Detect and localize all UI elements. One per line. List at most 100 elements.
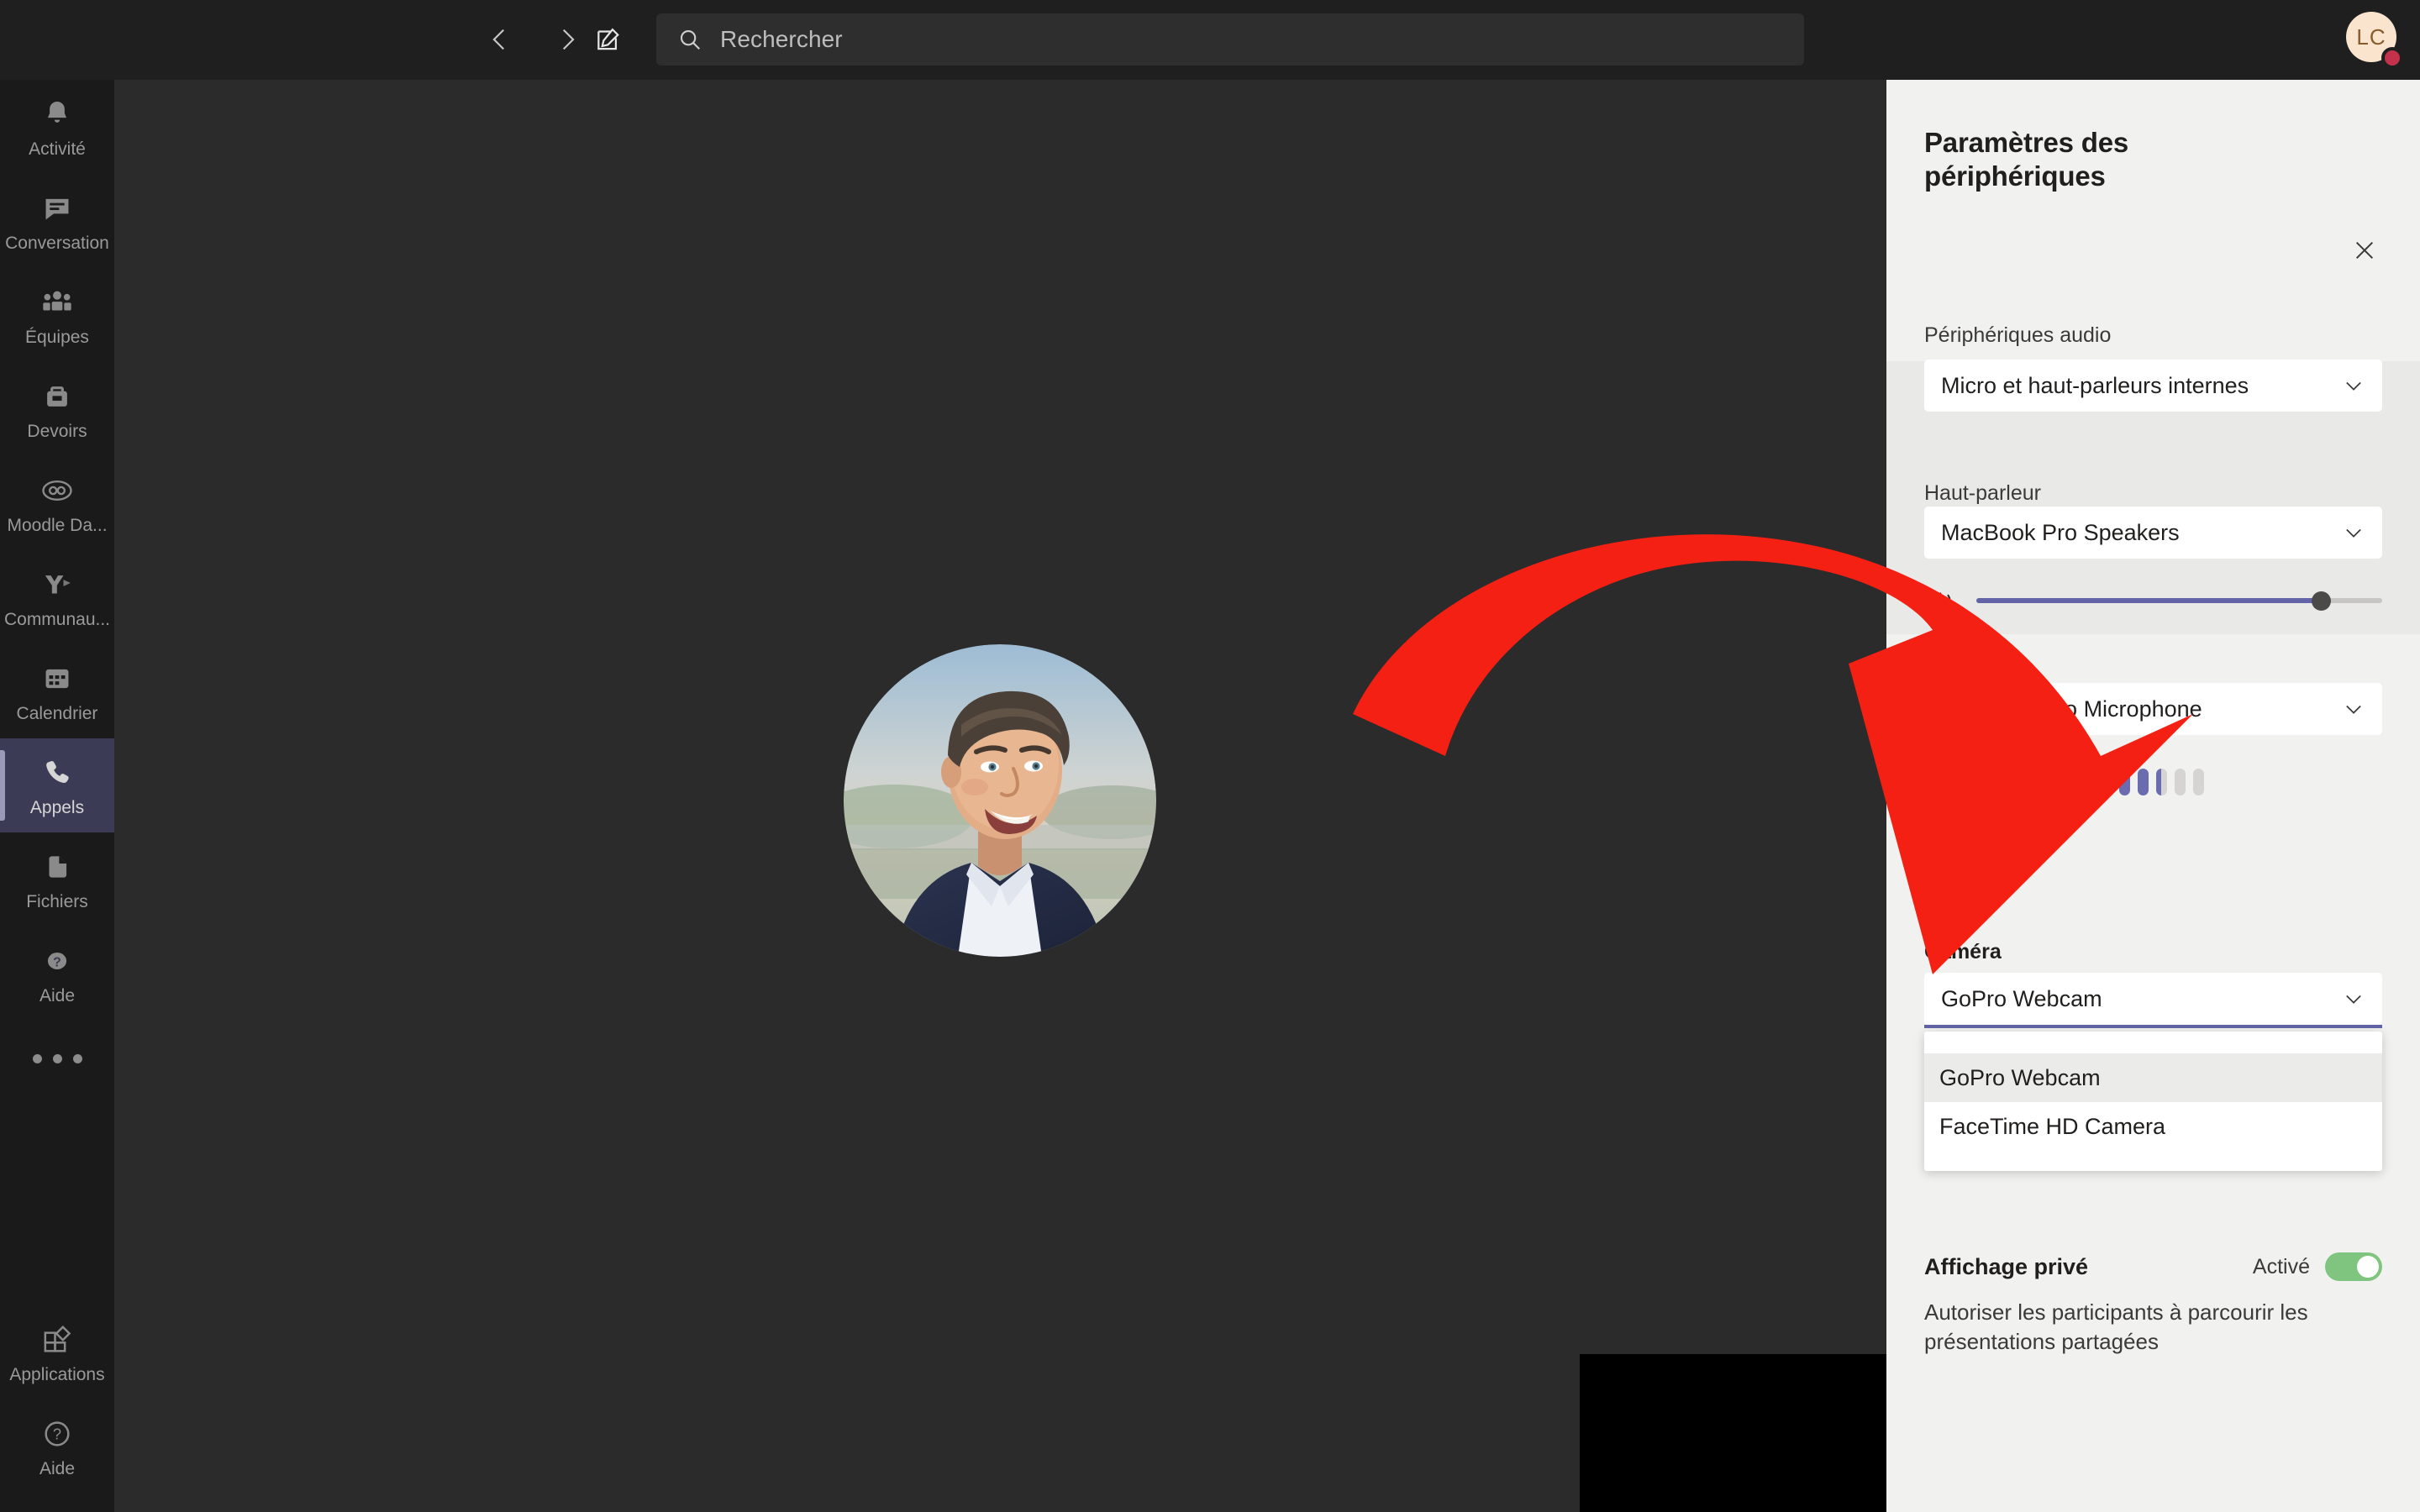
sidebar-item-applications[interactable]: Applications (0, 1305, 114, 1399)
search-placeholder: Rechercher (720, 26, 843, 52)
top-bar: Rechercher LC (0, 0, 2420, 80)
help-circle-icon: ? (38, 1415, 76, 1453)
chat-icon (38, 189, 76, 228)
briefcase-icon (38, 377, 76, 416)
mic-level-bar (2027, 769, 2038, 795)
apps-icon (38, 1320, 76, 1359)
camera-label: Caméra (1924, 940, 2002, 963)
sidebar-item-label: Aide (39, 985, 76, 1005)
self-view-video (1580, 1354, 1886, 1512)
search-bar[interactable]: Rechercher (656, 13, 1804, 66)
chevron-down-icon (2340, 519, 2367, 546)
mic-value: MacBook Pro Microphone (1941, 696, 2202, 722)
sidebar-item-label: Communau... (3, 609, 111, 629)
camera-option-facetime[interactable]: FaceTime HD Camera (1924, 1102, 2382, 1151)
sidebar-item-label: Devoirs (27, 421, 87, 441)
sidebar-item-label: Appels (29, 797, 85, 817)
moodle-icon (38, 471, 76, 510)
navigation-arrows (479, 18, 588, 60)
private-view-description: Autoriser les participants à parcourir l… (1924, 1299, 2308, 1354)
people-icon (38, 283, 76, 322)
rail-bottom-group: Applications ? Aide (0, 1305, 114, 1494)
chevron-down-icon (2340, 985, 2367, 1012)
phone-icon (38, 753, 76, 792)
dropdown-spacer-bottom (1924, 1151, 2382, 1171)
private-view-toggle[interactable] (2325, 1252, 2382, 1281)
mic-level-bar (2101, 769, 2112, 795)
mic-level-bar (2064, 769, 2075, 795)
sidebar-item-appels[interactable]: Appels (0, 738, 114, 832)
compose-new-icon[interactable] (588, 18, 630, 60)
sidebar-item-label: Moodle Da... (7, 515, 108, 535)
back-button[interactable] (479, 18, 521, 60)
profile-photo (844, 644, 1156, 957)
sidebar-item-moodle[interactable]: Moodle Da... (0, 456, 114, 550)
audio-devices-select[interactable]: Micro et haut-parleurs internes (1924, 360, 2382, 412)
volume-row (1924, 584, 2382, 617)
svg-text:?: ? (53, 1425, 61, 1442)
mic-level-bar (2193, 769, 2204, 795)
sidebar-item-devoirs[interactable]: Devoirs (0, 362, 114, 456)
private-view-control: Activé (2253, 1252, 2382, 1281)
sidebar-item-conversation[interactable]: Conversation (0, 174, 114, 268)
file-icon (38, 848, 76, 886)
app-rail: Activité Conversation Équipes Devoirs Mo… (0, 80, 114, 1512)
camera-option-gopro[interactable]: GoPro Webcam (1924, 1053, 2382, 1102)
more-apps-button[interactable] (0, 1021, 114, 1096)
sidebar-item-label: Fichiers (26, 891, 88, 911)
volume-thumb[interactable] (2312, 591, 2332, 611)
mic-level-bar (2045, 769, 2056, 795)
private-view-row: Affichage privé Activé (1924, 1249, 2382, 1284)
camera-dropdown-list[interactable]: GoPro Webcam FaceTime HD Camera (1924, 1032, 2382, 1171)
audio-devices-value: Micro et haut-parleurs internes (1941, 372, 2249, 398)
close-icon[interactable] (2341, 227, 2388, 274)
speaker-muted-icon[interactable] (1924, 584, 1958, 617)
volume-fill (1976, 598, 2326, 603)
search-icon (676, 26, 703, 53)
mic-level-row (1924, 764, 2204, 800)
sidebar-item-aide[interactable]: ? Aide (0, 927, 114, 1021)
speaker-label: Haut-parleur (1924, 481, 2041, 505)
dropdown-spacer-top (1924, 1032, 2382, 1053)
mic-level-bar (2156, 769, 2167, 795)
mic-label: Micro (1924, 658, 1976, 681)
sidebar-item-activite[interactable]: Activité (0, 80, 114, 174)
mic-level-bars (1971, 769, 2204, 795)
yammer-icon (38, 565, 76, 604)
status-badge (2381, 47, 2403, 69)
ellipsis-icon (32, 1053, 82, 1063)
mic-level-bar (2175, 769, 2186, 795)
mic-level-bar (2082, 769, 2093, 795)
mic-level-bar (2138, 769, 2149, 795)
sidebar-item-fichiers[interactable]: Fichiers (0, 832, 114, 927)
svg-text:?: ? (53, 955, 61, 969)
sidebar-item-label: Conversation (5, 233, 109, 253)
camera-select[interactable]: GoPro Webcam (1924, 973, 2382, 1028)
mic-level-bar (2119, 769, 2130, 795)
sidebar-item-label: Calendrier (16, 703, 98, 723)
chevron-down-icon (2340, 696, 2367, 722)
sidebar-item-label: Applications (9, 1364, 105, 1384)
mic-level-bar (1990, 769, 2001, 795)
audio-devices-label: Périphériques audio (1924, 323, 2112, 347)
volume-slider[interactable] (1976, 584, 2382, 617)
mic-select[interactable]: MacBook Pro Microphone (1924, 683, 2382, 735)
sidebar-item-aide-bottom[interactable]: ? Aide (0, 1399, 114, 1494)
speaker-select[interactable]: MacBook Pro Speakers (1924, 507, 2382, 559)
page-title: Paramètres des périphériques (1924, 127, 2129, 192)
forward-button[interactable] (546, 18, 588, 60)
mic-level-bar (1971, 769, 1982, 795)
bell-icon (38, 95, 76, 134)
mic-level-bar (2008, 769, 2019, 795)
sidebar-item-equipes[interactable]: Équipes (0, 268, 114, 362)
sidebar-item-label: Équipes (25, 327, 89, 347)
speaker-value: MacBook Pro Speakers (1941, 519, 2180, 545)
private-view-title: Affichage privé (1924, 1253, 2089, 1279)
call-stage (114, 80, 1886, 1512)
avatar[interactable]: LC (2346, 12, 2403, 69)
sidebar-item-communautes[interactable]: Communau... (0, 550, 114, 644)
sidebar-item-calendrier[interactable]: Calendrier (0, 644, 114, 738)
camera-value: GoPro Webcam (1941, 985, 2102, 1011)
help-icon: ? (38, 942, 76, 980)
chevron-down-icon (2340, 372, 2367, 399)
